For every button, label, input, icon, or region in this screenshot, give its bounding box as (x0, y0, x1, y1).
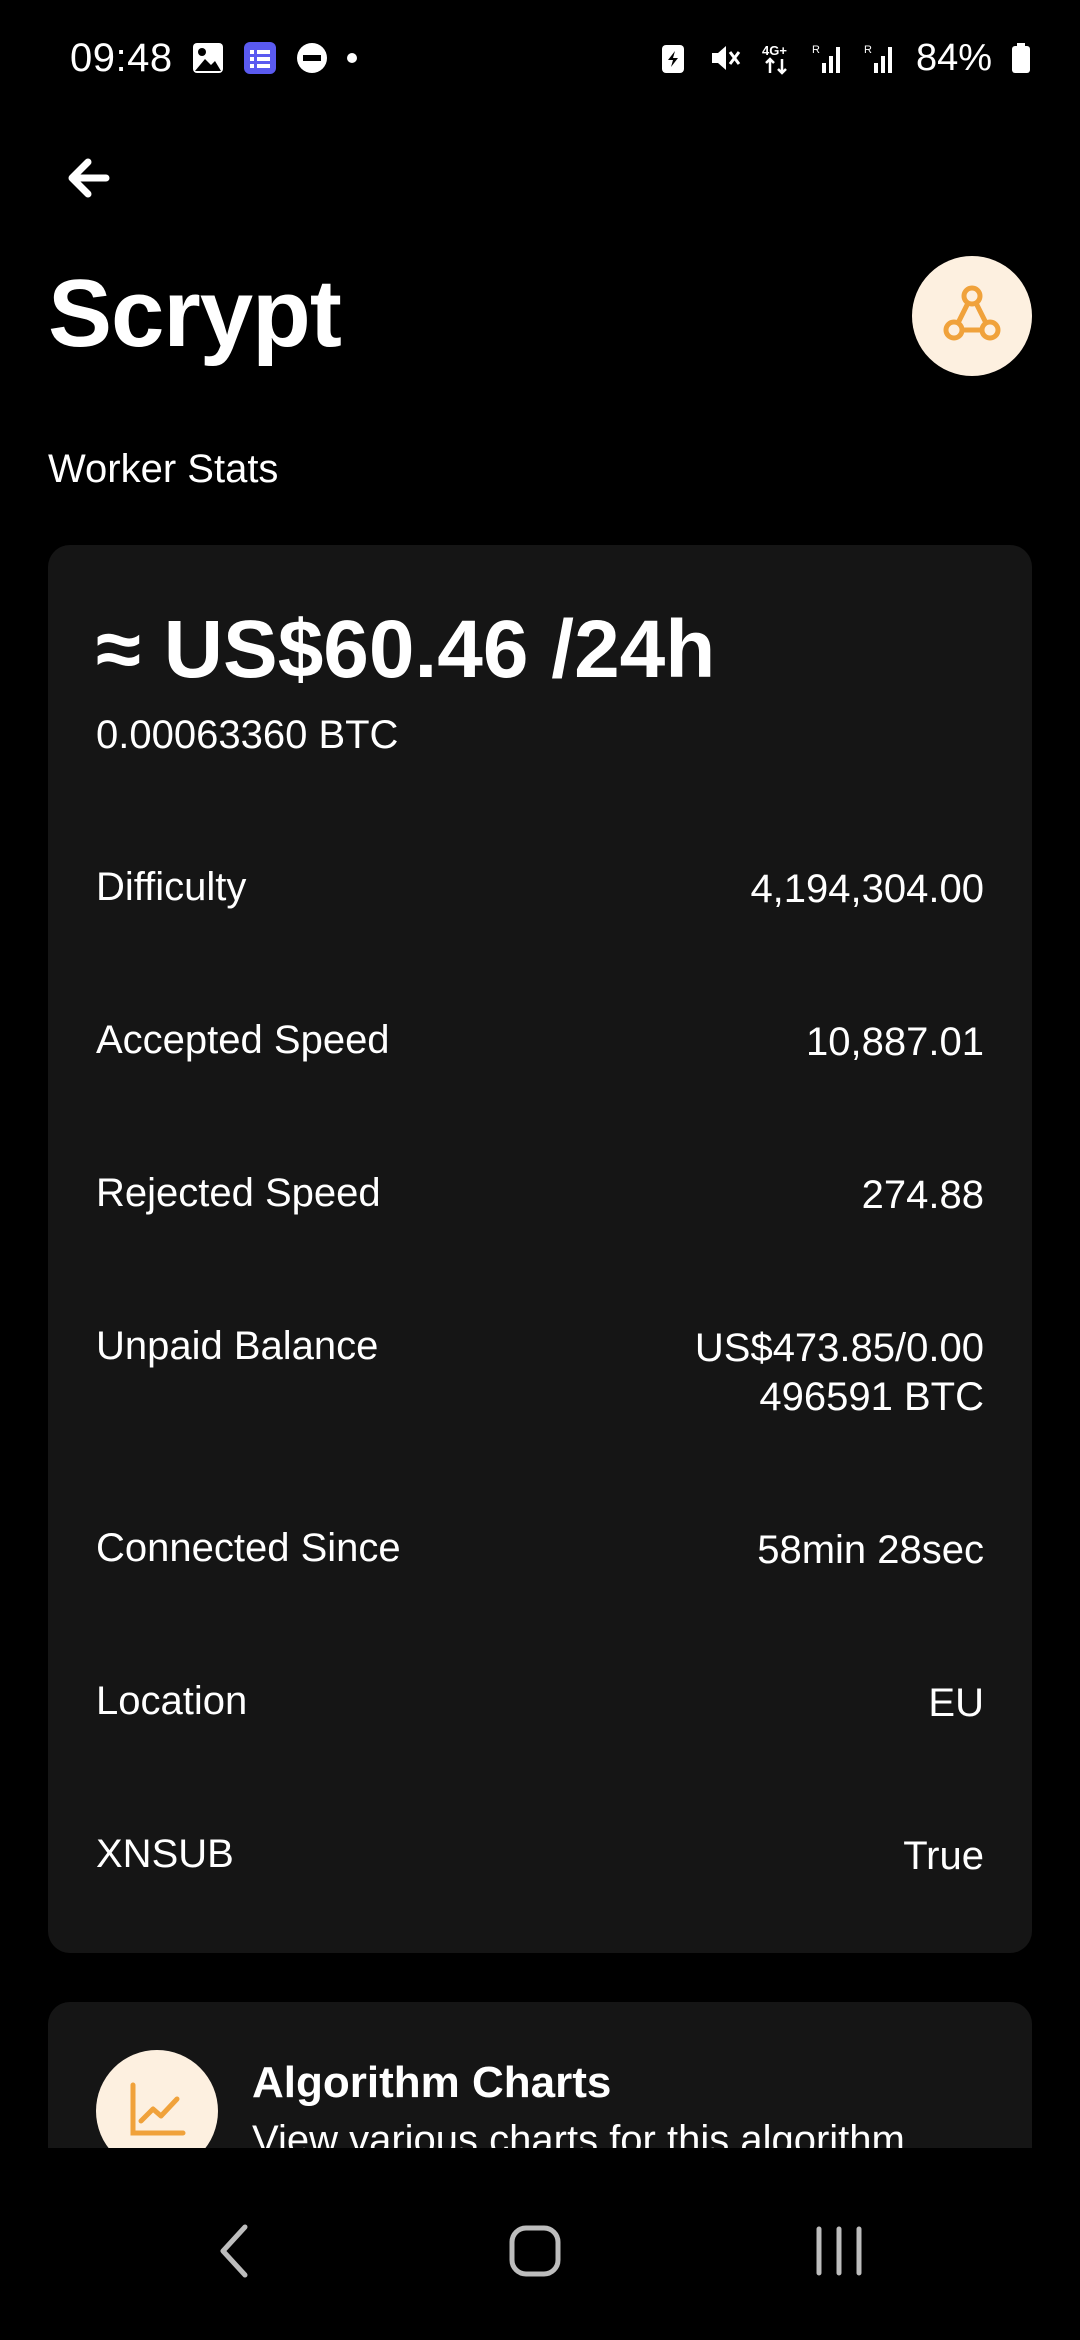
4g-icon: 4G+ (760, 41, 794, 75)
signal-icon: R (812, 41, 846, 75)
battery-icon (1010, 41, 1032, 75)
stat-value: 58min 28sec (757, 1528, 984, 1572)
stat-row-difficulty: Difficulty 4,194,304.00 (96, 865, 984, 914)
mute-icon (708, 41, 742, 75)
nav-home-icon (507, 2223, 563, 2284)
arrow-left-icon (66, 156, 110, 205)
stat-row-rejected-speed: Rejected Speed 274.88 (96, 1171, 984, 1220)
charts-title: Algorithm Charts (252, 2058, 612, 2107)
stat-value: 274.88 (861, 1173, 984, 1217)
stat-label: Rejected Speed (96, 1171, 381, 1215)
algorithm-nodes-icon (940, 282, 1004, 351)
stat-value: 10,887.01 (806, 1020, 984, 1064)
notification-dot-icon (346, 53, 357, 63)
svg-text:R: R (864, 44, 872, 56)
stat-value: 4,194,304.00 (750, 867, 984, 911)
stat-label: XNSUB (96, 1832, 234, 1876)
stat-value: US$473.85/0.00496591 BTC (694, 1326, 984, 1419)
nav-recents-icon (811, 2223, 867, 2284)
stat-label: Location (96, 1679, 248, 1723)
status-time: 09:48 (70, 35, 173, 80)
navigation-bar (0, 2148, 1080, 2340)
page-subtitle: Worker Stats (48, 447, 279, 491)
page-title: Scrypt (48, 260, 342, 367)
nav-back-button[interactable] (180, 2198, 290, 2308)
gallery-icon (191, 41, 225, 75)
nav-home-button[interactable] (480, 2198, 590, 2308)
stat-value: EU (928, 1681, 984, 1725)
stat-label: Unpaid Balance (96, 1324, 379, 1368)
status-right: 4G+ R R 84% (656, 37, 1032, 80)
stat-value: True (903, 1834, 984, 1878)
stat-row-connected-since: Connected Since 58min 28sec (96, 1526, 984, 1575)
stat-row-xnsub: XNSUB True (96, 1832, 984, 1881)
tasks-icon (243, 41, 277, 75)
back-button[interactable] (48, 140, 128, 220)
nav-back-icon (215, 2221, 255, 2286)
svg-text:4G+: 4G+ (762, 43, 787, 58)
status-left: 09:48 (70, 36, 357, 81)
battery-percentage: 84% (915, 36, 992, 79)
earnings-usd: ≈ US$60.46 /24h (96, 604, 716, 695)
do-not-disturb-icon (295, 41, 329, 75)
stat-label: Difficulty (96, 865, 247, 909)
battery-saver-icon (656, 41, 690, 75)
algorithm-badge-button[interactable] (912, 256, 1032, 376)
stat-row-accepted-speed: Accepted Speed 10,887.01 (96, 1018, 984, 1067)
status-bar: 09:48 4G+ R R 84% (0, 0, 1080, 116)
stat-row-unpaid-balance: Unpaid Balance US$473.85/0.00496591 BTC (96, 1324, 984, 1422)
stat-row-location: Location EU (96, 1679, 984, 1728)
screen: 09:48 4G+ R R 84% Scrypt Worker Stats ≈ … (0, 0, 1080, 2340)
signal-icon: R (864, 41, 898, 75)
worker-stats-card: ≈ US$60.46 /24h 0.00063360 BTC Difficult… (48, 545, 1032, 1953)
stat-label: Connected Since (96, 1526, 401, 1570)
stat-label: Accepted Speed (96, 1018, 390, 1062)
earnings-btc: 0.00063360 BTC (96, 713, 399, 757)
line-chart-icon (127, 2079, 187, 2144)
svg-text:R: R (812, 44, 820, 56)
nav-recents-button[interactable] (784, 2198, 894, 2308)
